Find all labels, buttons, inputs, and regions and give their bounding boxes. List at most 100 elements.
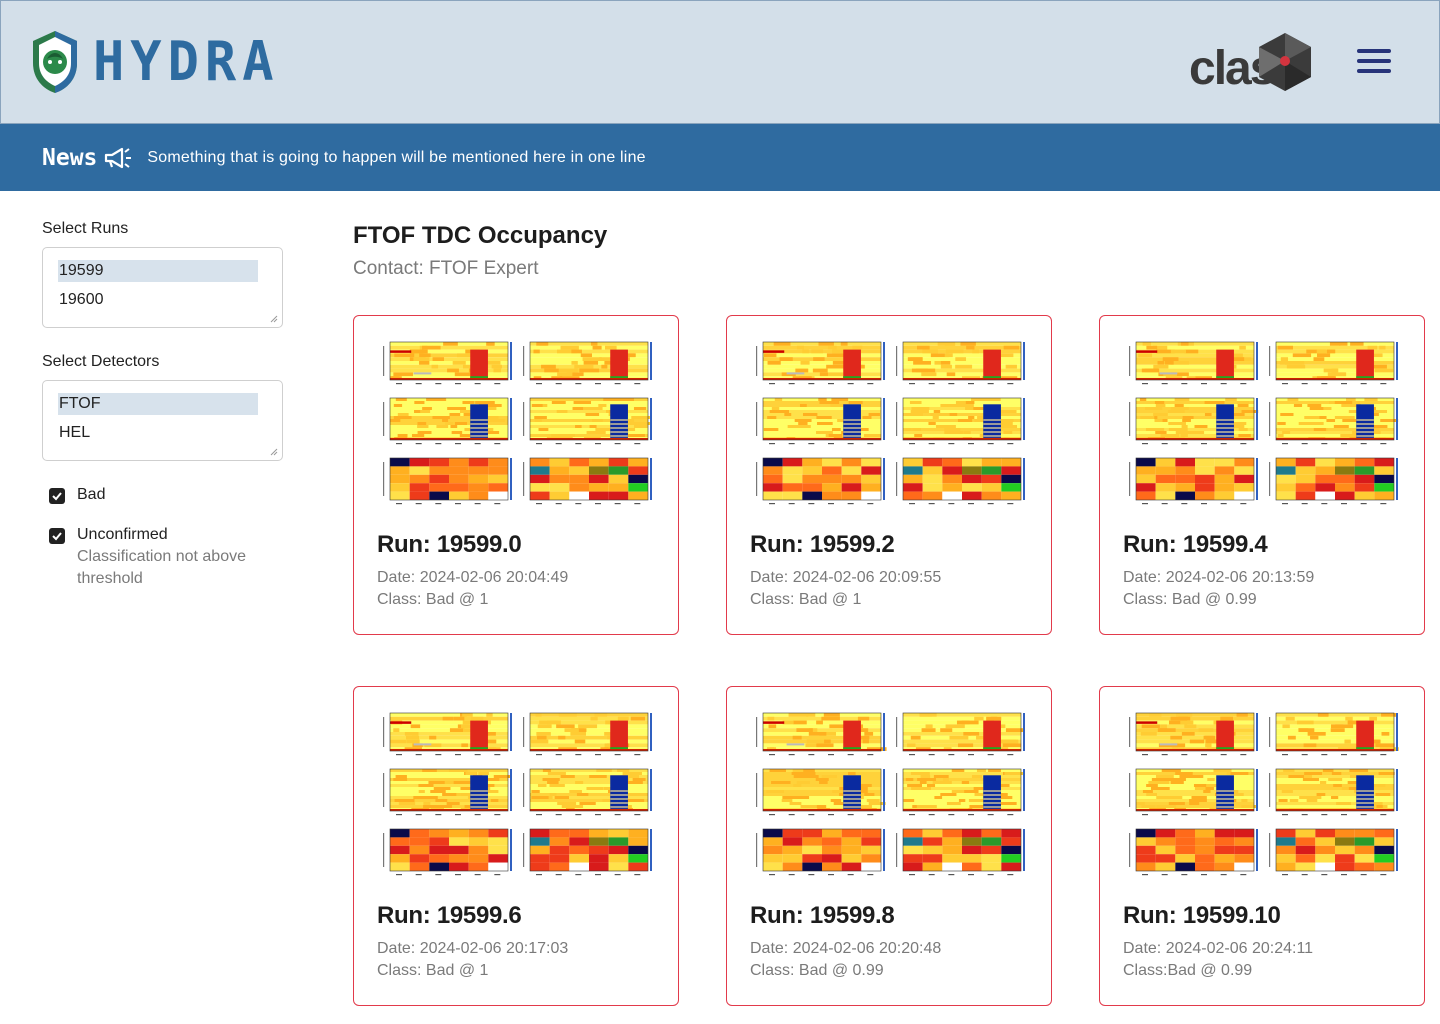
detector-option-selected[interactable]: FTOF <box>58 393 258 415</box>
occupancy-plot-image[interactable] <box>1126 338 1402 510</box>
run-date: Date: 2024-02-06 20:17:03 <box>377 940 569 957</box>
heatmap-panel <box>1269 712 1399 756</box>
heatmap-panel <box>756 712 887 756</box>
heatmap-panel <box>896 457 1025 505</box>
resize-handle-icon[interactable] <box>270 448 278 456</box>
detectors-multiselect[interactable]: FTOF HEL <box>42 380 283 461</box>
occupancy-plot-thumbnail <box>1129 341 1399 505</box>
heatmap-panel <box>523 341 652 385</box>
app-name: HYDRA <box>93 30 280 94</box>
heatmap-panel <box>1269 397 1399 445</box>
run-number: Run: 19599.4 <box>1123 531 1268 558</box>
page-title: FTOF TDC Occupancy <box>353 222 608 249</box>
occupancy-plot-image[interactable] <box>380 709 656 881</box>
heatmap-panel <box>383 768 512 816</box>
heatmap-panel <box>383 341 512 385</box>
heatmap-panel <box>383 397 512 445</box>
select-detectors-label: Select Detectors <box>42 353 160 370</box>
unconfirmed-filter-description: Classification not above threshold <box>77 548 246 587</box>
run-number: Run: 19599.6 <box>377 902 522 929</box>
run-option-selected[interactable]: 19599 <box>58 260 258 282</box>
run-number: Run: 19599.8 <box>750 902 895 929</box>
occupancy-plot-thumbnail <box>756 341 1025 505</box>
occupancy-plot-thumbnail <box>383 341 652 505</box>
run-date: Date: 2024-02-06 20:24:11 <box>1123 940 1314 957</box>
detector-option[interactable]: HEL <box>58 422 267 444</box>
run-classification: Class: Bad @ 1 <box>377 962 489 979</box>
heatmap-panel <box>523 397 652 445</box>
news-bar: News Something that is going to happen w… <box>0 124 1440 191</box>
heatmap-panel <box>383 457 512 505</box>
heatmap-panel <box>1129 712 1258 756</box>
run-date: Date: 2024-02-06 20:20:48 <box>750 940 942 957</box>
heatmap-panel <box>756 457 885 505</box>
heatmap-panel <box>896 712 1025 756</box>
heatmap-panel <box>1269 768 1398 816</box>
clas-hexagon-icon <box>1259 33 1311 91</box>
heatmap-panel <box>1269 457 1398 505</box>
heatmap-panel <box>1269 828 1398 876</box>
run-classification: Class: Bad @ 0.99 <box>750 962 884 979</box>
run-number: Run: 19599.2 <box>750 531 895 558</box>
run-classification: Class: Bad @ 1 <box>750 591 862 608</box>
heatmap-panel <box>756 768 886 816</box>
bad-checkbox[interactable] <box>49 488 65 504</box>
run-card[interactable]: Run: 19599.2 Date: 2024-02-06 20:09:55 Cla… <box>726 315 1052 635</box>
resize-handle-icon[interactable] <box>270 315 278 323</box>
hydra-shield-icon <box>33 31 77 93</box>
app-header: HYDRA clas <box>0 0 1440 124</box>
occupancy-plot-image[interactable] <box>380 338 656 510</box>
unconfirmed-filter-label: Unconfirmed <box>77 526 168 543</box>
run-classification: Class: Bad @ 0.99 <box>1123 591 1257 608</box>
run-card[interactable]: Run: 19599.4 Date: 2024-02-06 20:13:59 Cla… <box>1099 315 1425 635</box>
heatmap-panel <box>523 712 652 756</box>
run-classification: Class:Bad @ 0.99 <box>1123 962 1253 979</box>
heatmap-panel <box>1129 397 1259 445</box>
heatmap-panel <box>756 828 885 876</box>
occupancy-plot-image[interactable] <box>1126 709 1402 881</box>
heatmap-panel <box>1269 341 1398 385</box>
occupancy-plot-thumbnail <box>383 712 652 876</box>
heatmap-panel <box>756 341 885 385</box>
occupancy-plot-thumbnail <box>1129 712 1399 876</box>
menu-bar-bottom <box>1357 69 1391 73</box>
clas-logo: clas <box>1189 31 1315 95</box>
run-classification: Class: Bad @ 1 <box>377 591 489 608</box>
checkmark-icon <box>52 492 62 501</box>
runs-multiselect[interactable]: 19599 19600 <box>42 247 283 328</box>
hydra-logo[interactable]: HYDRA <box>29 29 280 95</box>
run-number: Run: 19599.10 <box>1123 902 1281 929</box>
heatmap-panel <box>896 828 1025 876</box>
run-date: Date: 2024-02-06 20:09:55 <box>750 569 942 586</box>
unconfirmed-checkbox[interactable] <box>49 528 65 544</box>
news-title: News <box>42 144 98 171</box>
menu-bar-middle <box>1357 59 1391 63</box>
bad-filter-label: Bad <box>77 486 106 503</box>
heatmap-panel <box>383 712 512 756</box>
occupancy-plot-image[interactable] <box>753 709 1029 881</box>
heatmap-panel <box>896 397 1025 445</box>
select-runs-label: Select Runs <box>42 220 129 237</box>
menu-bar-top <box>1357 49 1391 53</box>
run-date: Date: 2024-02-06 20:04:49 <box>377 569 569 586</box>
run-card[interactable]: Run: 19599.10 Date: 2024-02-06 20:24:11 Cl… <box>1099 686 1425 1006</box>
hamburger-menu-icon[interactable] <box>1357 49 1393 77</box>
filter-sidebar: Select Runs 19599 19600 Select Detectors… <box>42 220 287 590</box>
run-card[interactable]: Run: 19599.0 Date: 2024-02-06 20:04:49 Cla… <box>353 315 679 635</box>
occupancy-plot-image[interactable] <box>753 338 1029 510</box>
heatmap-panel <box>383 828 512 876</box>
run-card[interactable]: Run: 19599.6 Date: 2024-02-06 20:17:03 Cla… <box>353 686 679 1006</box>
run-date: Date: 2024-02-06 20:13:59 <box>1123 569 1315 586</box>
checkmark-icon <box>52 532 62 541</box>
heatmap-panel <box>523 828 652 876</box>
run-option[interactable]: 19600 <box>58 289 267 311</box>
news-text: Something that is going to happen will b… <box>147 148 646 166</box>
unconfirmed-filter-row[interactable]: Unconfirmed Classification not above thr… <box>42 526 287 590</box>
heatmap-panel <box>896 341 1025 385</box>
heatmap-panel <box>1129 457 1258 505</box>
run-number: Run: 19599.0 <box>377 531 522 558</box>
heatmap-panel <box>523 768 652 816</box>
bad-filter-row[interactable]: Bad <box>42 486 287 504</box>
heatmap-panel <box>1129 341 1258 385</box>
run-card[interactable]: Run: 19599.8 Date: 2024-02-06 20:20:48 Cla… <box>726 686 1052 1006</box>
